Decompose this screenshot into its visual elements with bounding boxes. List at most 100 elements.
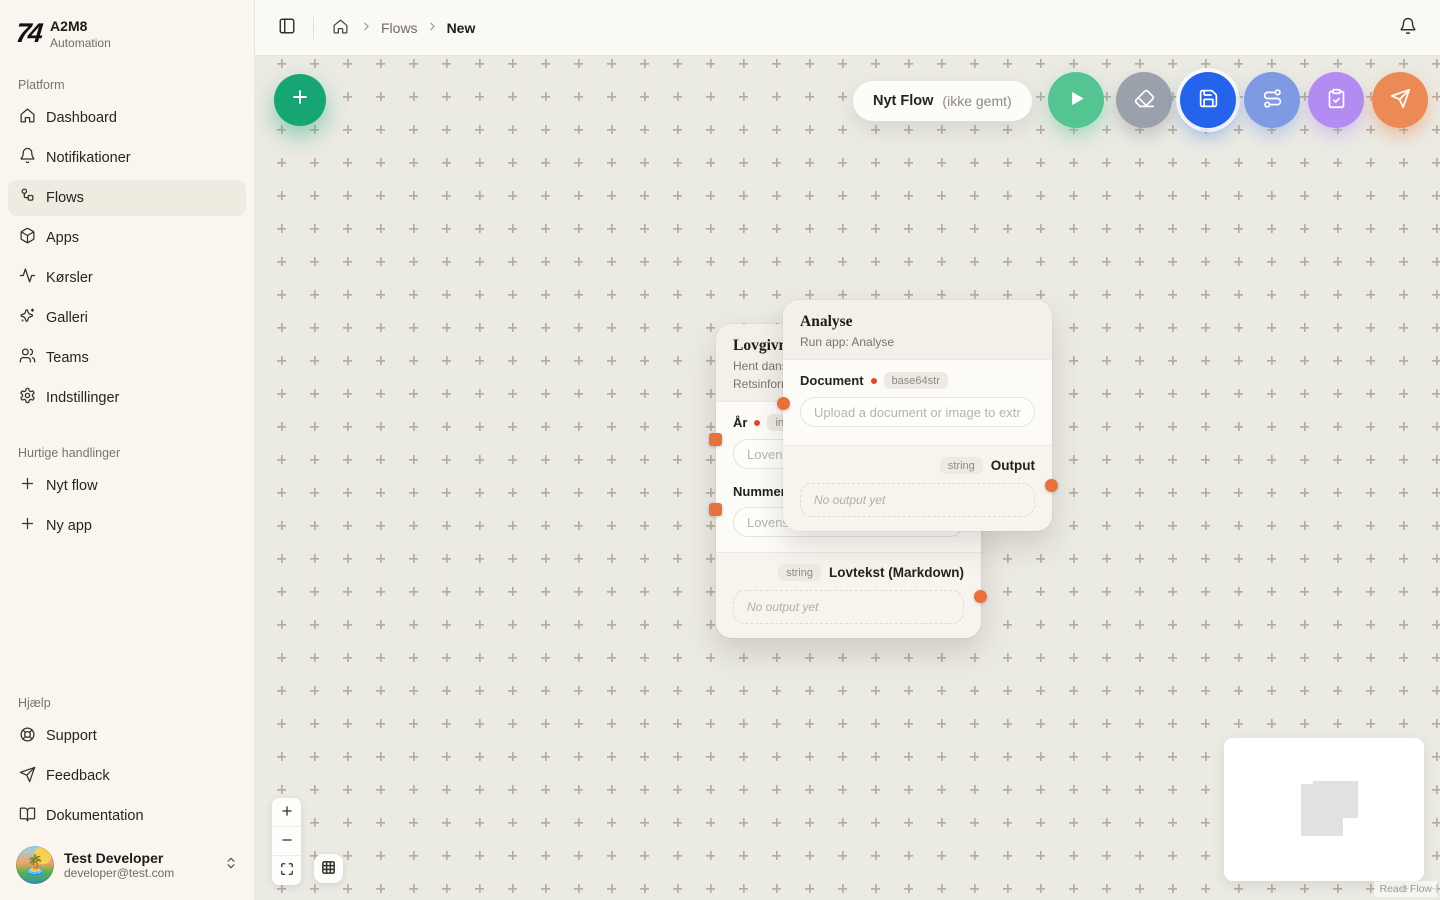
run-flow-button[interactable] bbox=[1048, 72, 1104, 128]
input-handle[interactable] bbox=[777, 397, 790, 410]
notifications-button[interactable] bbox=[1392, 12, 1424, 44]
brand-logo: 74 bbox=[14, 18, 41, 49]
avatar: 🏝️ bbox=[16, 846, 54, 884]
sidebar-item-label: Dokumentation bbox=[46, 808, 144, 824]
node-output-section: string Lovtekst (Markdown) No output yet bbox=[716, 552, 981, 638]
fit-view-button[interactable] bbox=[272, 856, 301, 885]
sidebar-item-dashboard[interactable]: Dashboard bbox=[8, 100, 246, 136]
output-label: Output bbox=[991, 458, 1035, 473]
field-name: Document bbox=[800, 373, 864, 388]
node-output-section: string Output No output yet bbox=[783, 445, 1052, 531]
breadcrumb-home-button[interactable] bbox=[328, 16, 352, 40]
send-icon bbox=[1390, 88, 1411, 112]
sidebar-item-dokumentation[interactable]: Dokumentation bbox=[8, 798, 246, 834]
auto-layout-button[interactable] bbox=[1244, 72, 1300, 128]
sidebar-item-label: Dashboard bbox=[46, 110, 117, 126]
validate-flow-button[interactable] bbox=[1308, 72, 1364, 128]
eraser-icon bbox=[1134, 88, 1155, 112]
plus-icon bbox=[290, 86, 310, 114]
output-handle[interactable] bbox=[1045, 479, 1058, 492]
field-name: Nummer bbox=[733, 484, 786, 499]
flow-canvas[interactable]: Nyt Flow (ikke gemt) Lovgivni Hent dans … bbox=[255, 56, 1440, 900]
breadcrumb-flows-link[interactable]: Flows bbox=[381, 20, 418, 36]
sidebar-item-galleri[interactable]: Galleri bbox=[8, 300, 246, 336]
activity-icon bbox=[19, 267, 36, 288]
user-name: Test Developer bbox=[64, 850, 214, 866]
required-dot bbox=[754, 420, 760, 426]
sidebar-item-label: Flows bbox=[46, 190, 84, 206]
sidebar-item-nyt-flow[interactable]: Nyt flow bbox=[8, 468, 246, 504]
play-icon bbox=[1066, 88, 1087, 112]
field-label-document: Document base64str bbox=[800, 372, 1035, 389]
add-node-button[interactable] bbox=[274, 74, 326, 126]
route-icon bbox=[1262, 88, 1283, 112]
save-flow-button[interactable] bbox=[1180, 72, 1236, 128]
zoom-in-button[interactable] bbox=[272, 798, 301, 827]
sidebar: 74 A2M8 Automation Platform Dashboard No… bbox=[0, 0, 255, 900]
users-icon bbox=[19, 347, 36, 368]
user-menu[interactable]: 🏝️ Test Developer developer@test.com bbox=[8, 838, 246, 888]
flow-title: Nyt Flow bbox=[873, 93, 933, 109]
sidebar-toggle-button[interactable] bbox=[271, 12, 303, 44]
section-platform-label: Platform bbox=[8, 78, 246, 92]
required-dot bbox=[871, 378, 877, 384]
flow-node-analyse[interactable]: Analyse Run app: Analyse Document base64… bbox=[783, 300, 1052, 531]
sidebar-item-notifikationer[interactable]: Notifikationer bbox=[8, 140, 246, 176]
panel-left-icon bbox=[278, 17, 296, 38]
sidebar-item-label: Feedback bbox=[46, 768, 110, 784]
sidebar-item-label: Support bbox=[46, 728, 97, 744]
gear-icon bbox=[19, 387, 36, 408]
output-row: string Output bbox=[800, 457, 1035, 474]
sidebar-item-support[interactable]: Support bbox=[8, 718, 246, 754]
clear-canvas-button[interactable] bbox=[1116, 72, 1172, 128]
house-icon bbox=[19, 107, 36, 128]
brand: 74 A2M8 Automation bbox=[8, 14, 246, 52]
sidebar-item-apps[interactable]: Apps bbox=[8, 220, 246, 256]
plus-icon bbox=[19, 515, 36, 536]
sidebar-item-ny-app[interactable]: Ny app bbox=[8, 508, 246, 544]
input-handle[interactable] bbox=[709, 503, 722, 516]
type-badge: string bbox=[778, 564, 821, 581]
bell-icon bbox=[1399, 17, 1417, 38]
node-title: Analyse bbox=[800, 313, 1035, 331]
minimap-node bbox=[1301, 784, 1343, 836]
book-open-icon bbox=[19, 806, 36, 827]
publish-flow-button[interactable] bbox=[1372, 72, 1428, 128]
topbar: Flows New bbox=[255, 0, 1440, 56]
life-buoy-icon bbox=[19, 726, 36, 747]
snap-grid-button[interactable] bbox=[314, 854, 343, 883]
home-icon bbox=[332, 18, 349, 38]
topbar-divider bbox=[313, 17, 314, 39]
app-root: 74 A2M8 Automation Platform Dashboard No… bbox=[0, 0, 1440, 900]
chevron-right-icon bbox=[426, 20, 439, 36]
sidebar-item-label: Galleri bbox=[46, 310, 88, 326]
sparkles-icon bbox=[19, 307, 36, 328]
minimap[interactable] bbox=[1224, 738, 1424, 881]
input-handle[interactable] bbox=[709, 433, 722, 446]
section-quick-actions-label: Hurtige handlinger bbox=[8, 446, 246, 460]
document-upload-input[interactable] bbox=[800, 397, 1035, 427]
sidebar-item-label: Kørsler bbox=[46, 270, 93, 286]
sidebar-item-flows[interactable]: Flows bbox=[8, 180, 246, 216]
sidebar-item-teams[interactable]: Teams bbox=[8, 340, 246, 376]
flow-status-badge: (ikke gemt) bbox=[942, 93, 1011, 109]
sidebar-item-indstillinger[interactable]: Indstillinger bbox=[8, 380, 246, 416]
sidebar-item-feedback[interactable]: Feedback bbox=[8, 758, 246, 794]
main-area: Flows New Nyt Flow (ikke gemt) bbox=[255, 0, 1440, 900]
plus-icon bbox=[280, 804, 294, 821]
zoom-out-button[interactable] bbox=[272, 827, 301, 856]
workflow-icon bbox=[19, 187, 36, 208]
field-name: År bbox=[733, 415, 747, 430]
grid-icon bbox=[321, 860, 336, 878]
sidebar-item-korsler[interactable]: Kørsler bbox=[8, 260, 246, 296]
node-subtitle: Run app: Analyse bbox=[800, 335, 1035, 349]
output-handle[interactable] bbox=[974, 590, 987, 603]
sidebar-item-label: Ny app bbox=[46, 518, 92, 534]
chevrons-up-down-icon bbox=[224, 856, 238, 875]
node-header: Analyse Run app: Analyse bbox=[783, 300, 1052, 360]
brand-tagline: Automation bbox=[50, 36, 111, 50]
save-icon bbox=[1198, 88, 1219, 112]
sidebar-item-label: Nyt flow bbox=[46, 478, 98, 494]
node-inputs-section: Document base64str bbox=[783, 360, 1052, 441]
section-help-label: Hjælp bbox=[8, 696, 246, 710]
